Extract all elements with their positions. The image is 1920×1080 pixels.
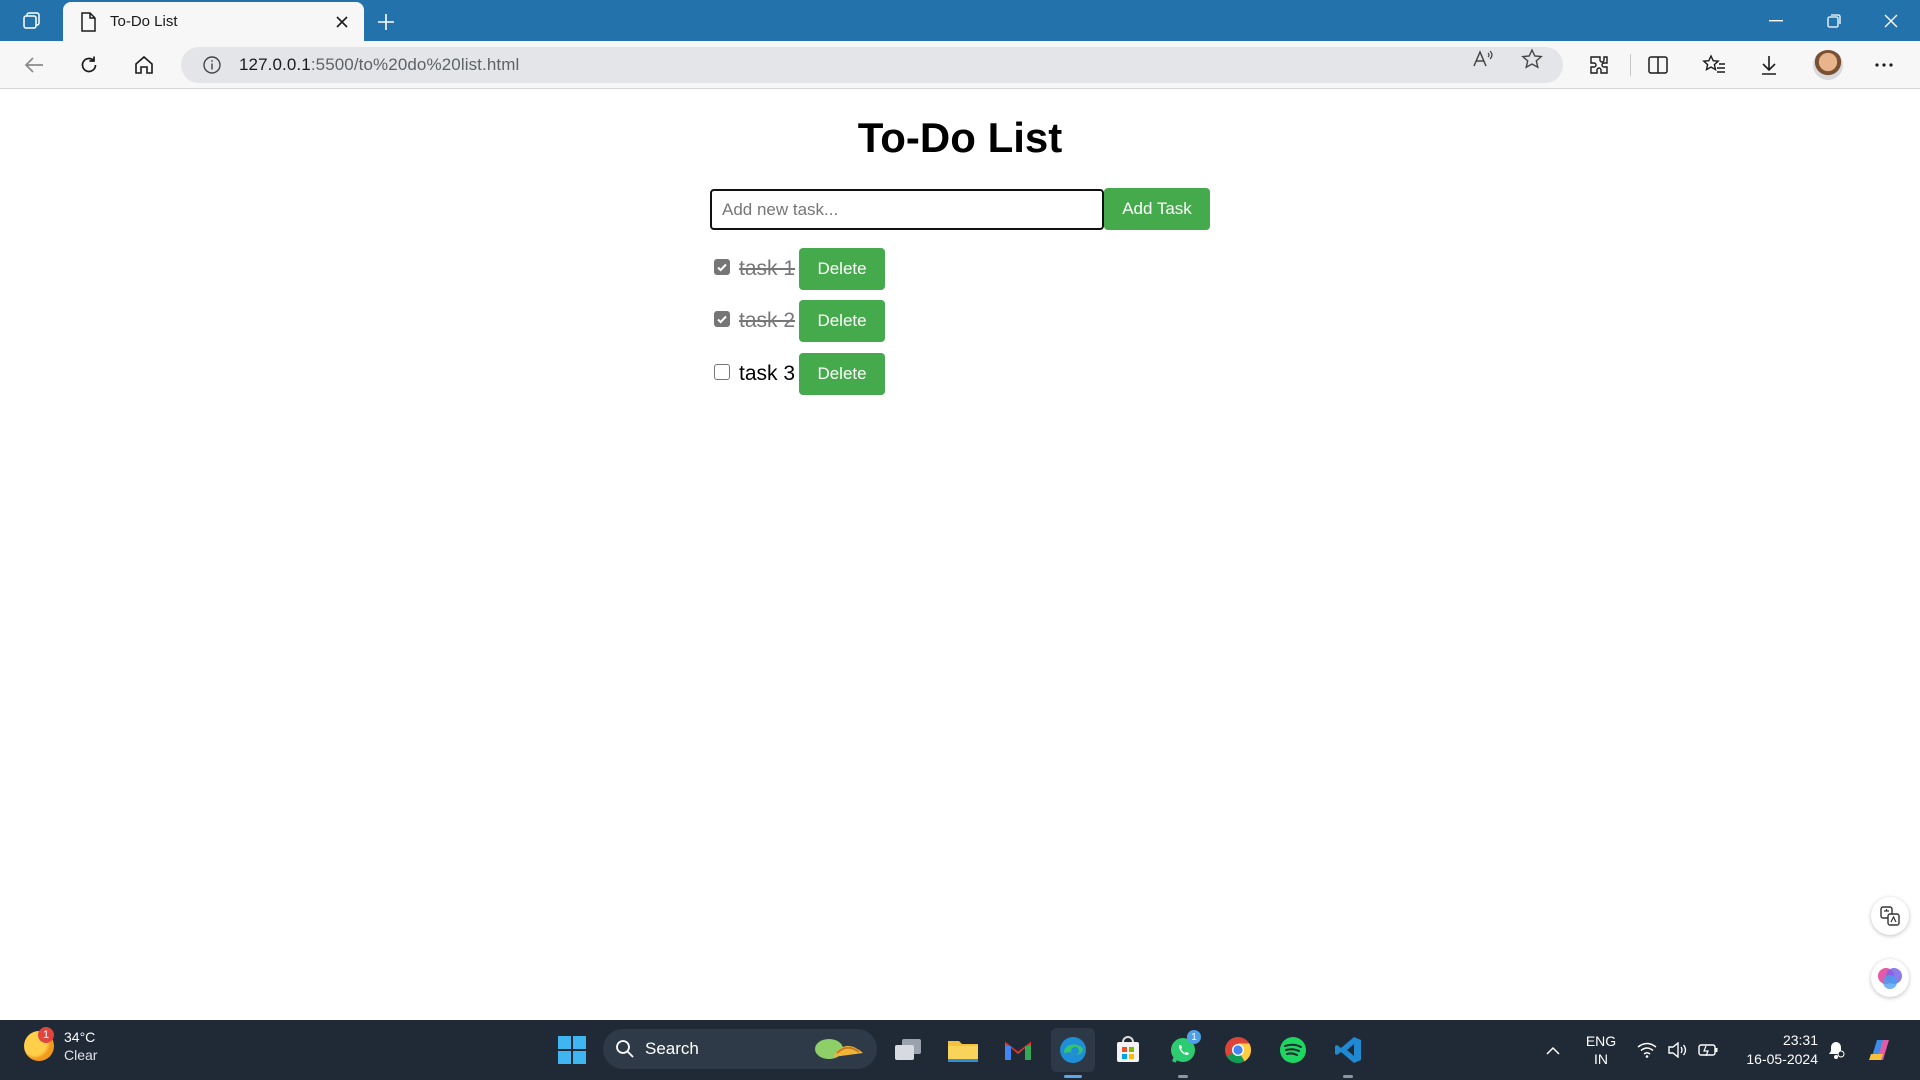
- favorite-star-icon[interactable]: [1517, 48, 1547, 70]
- weather-condition: Clear: [64, 1047, 98, 1063]
- refresh-button[interactable]: [71, 48, 107, 82]
- battery-icon[interactable]: [1696, 1020, 1720, 1080]
- close-tab-icon[interactable]: [330, 10, 354, 34]
- windows-taskbar: 1 34°C Clear Search 1 ENG IN 23:31 16-05…: [0, 1020, 1920, 1080]
- weather-widget[interactable]: 1 34°C Clear: [24, 1027, 98, 1064]
- back-button[interactable]: [16, 48, 52, 82]
- url-path: :5500/to%20do%20list.html: [310, 55, 520, 74]
- task-label: task 3: [739, 362, 796, 385]
- whatsapp-badge: 1: [1187, 1030, 1201, 1044]
- downloads-icon[interactable]: [1751, 48, 1787, 82]
- favorites-icon[interactable]: [1696, 48, 1732, 82]
- copilot-icon[interactable]: [1871, 959, 1909, 997]
- task-item: task 2 Delete: [714, 300, 886, 342]
- url-host: 127.0.0.1: [239, 55, 311, 74]
- edge-icon[interactable]: [1051, 1028, 1095, 1072]
- language-code: ENG: [1585, 1033, 1617, 1049]
- copilot-taskbar-icon[interactable]: [1862, 1020, 1898, 1080]
- whatsapp-icon[interactable]: 1: [1161, 1028, 1205, 1072]
- search-icon: [616, 1040, 634, 1058]
- new-task-input[interactable]: [710, 189, 1104, 230]
- notification-settings-icon[interactable]: [1824, 1020, 1848, 1080]
- running-app-indicator: [1343, 1075, 1353, 1078]
- spotify-icon[interactable]: [1271, 1028, 1315, 1072]
- search-label: Search: [645, 1039, 699, 1058]
- gmail-icon[interactable]: [996, 1028, 1040, 1072]
- minimize-button[interactable]: [1747, 0, 1805, 41]
- browser-toolbar: 127.0.0.1:5500/to%20do%20list.html: [0, 41, 1920, 89]
- taskbar-search[interactable]: Search: [603, 1029, 877, 1069]
- task-item: task 1 Delete: [714, 248, 886, 290]
- weather-temp: 34°C: [64, 1029, 96, 1045]
- split-screen-icon[interactable]: [1640, 48, 1676, 82]
- language-indicator[interactable]: ENG IN: [1572, 1032, 1630, 1068]
- browser-title-bar: To-Do List: [0, 0, 1920, 41]
- restore-button[interactable]: [1805, 0, 1863, 41]
- show-hidden-icons[interactable]: [1540, 1020, 1566, 1080]
- delete-task-button[interactable]: Delete: [799, 248, 886, 290]
- store-icon[interactable]: [1106, 1028, 1150, 1072]
- running-app-indicator: [1178, 1075, 1188, 1078]
- address-bar[interactable]: 127.0.0.1:5500/to%20do%20list.html: [181, 47, 1563, 83]
- task-item: task 3 Delete: [714, 353, 886, 395]
- task-checkbox[interactable]: [714, 311, 730, 327]
- delete-task-button[interactable]: Delete: [799, 353, 886, 395]
- profile-avatar[interactable]: [1813, 50, 1843, 80]
- task-label: task 1: [739, 257, 796, 280]
- chrome-icon[interactable]: [1216, 1028, 1260, 1072]
- add-task-button[interactable]: Add Task: [1104, 188, 1210, 230]
- active-app-indicator: [1064, 1075, 1082, 1078]
- task-checkbox[interactable]: [714, 259, 730, 275]
- start-button[interactable]: [550, 1028, 594, 1072]
- workspaces-icon[interactable]: [18, 9, 46, 33]
- new-tab-button[interactable]: [372, 8, 400, 36]
- read-aloud-icon[interactable]: [1468, 48, 1498, 70]
- page-content: To-Do List Add Task task 1 Delete task 2…: [0, 90, 1920, 1020]
- volume-icon[interactable]: [1666, 1020, 1688, 1080]
- clock-date: 16-05-2024: [1746, 1051, 1818, 1067]
- page-icon: [78, 11, 98, 32]
- more-options-icon[interactable]: [1866, 48, 1902, 82]
- file-explorer-icon[interactable]: [941, 1028, 985, 1072]
- task-checkbox[interactable]: [714, 364, 730, 380]
- site-info-icon[interactable]: [201, 54, 223, 76]
- close-window-button[interactable]: [1862, 0, 1920, 41]
- vscode-icon[interactable]: [1326, 1028, 1370, 1072]
- clock-time: 23:31: [1782, 1032, 1818, 1048]
- task-view-icon[interactable]: [886, 1028, 930, 1072]
- tab-title: To-Do List: [110, 13, 178, 30]
- search-highlight-icon: [815, 1039, 863, 1059]
- weather-icon: 1: [24, 1027, 54, 1061]
- home-button[interactable]: [126, 48, 162, 82]
- active-tab[interactable]: To-Do List: [63, 2, 364, 41]
- page-title: To-Do List: [857, 114, 1063, 161]
- extensions-icon[interactable]: [1581, 48, 1617, 82]
- weather-badge: 1: [38, 1027, 54, 1043]
- language-region: IN: [1594, 1051, 1608, 1067]
- system-clock[interactable]: 23:31 16-05-2024: [1736, 1031, 1818, 1069]
- delete-task-button[interactable]: Delete: [799, 300, 886, 342]
- task-label: task 2: [739, 309, 796, 332]
- translate-icon[interactable]: [1871, 897, 1909, 935]
- toolbar-separator: [1630, 54, 1631, 76]
- url-text: 127.0.0.1:5500/to%20do%20list.html: [239, 55, 519, 75]
- wifi-icon[interactable]: [1636, 1020, 1658, 1080]
